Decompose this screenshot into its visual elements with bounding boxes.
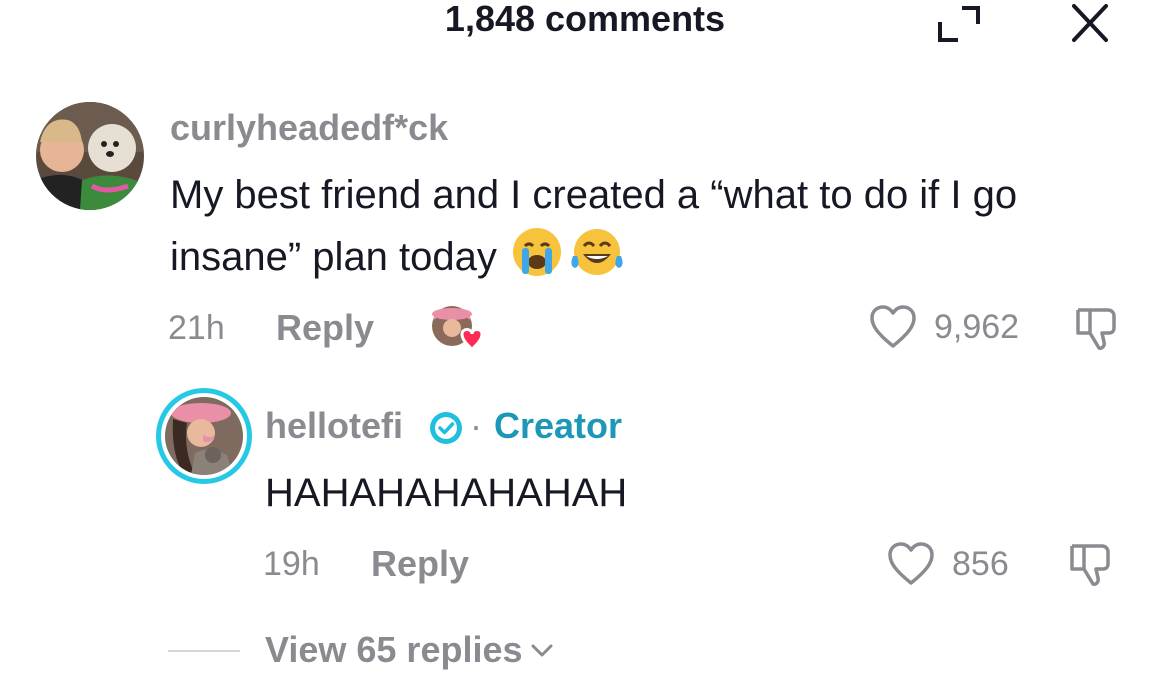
creator-label: Creator xyxy=(494,405,623,446)
expand-icon[interactable] xyxy=(930,2,986,46)
emoji-group xyxy=(511,226,625,278)
chevron-down-icon xyxy=(531,644,553,657)
view-replies-button[interactable]: View 65 replies xyxy=(265,628,555,672)
comment-text: My best friend and I created a “what to … xyxy=(170,164,1150,288)
close-icon[interactable] xyxy=(1064,0,1116,46)
reply-text: HAHAHAHAHAHAH xyxy=(265,471,628,515)
heart-outline-icon[interactable] xyxy=(886,541,936,587)
comments-count-title: 1,848 comments xyxy=(444,0,726,39)
heart-outline-icon[interactable] xyxy=(868,304,918,350)
comment-time: 21h xyxy=(168,309,225,347)
avatar[interactable] xyxy=(36,102,144,210)
thumbs-down-icon[interactable] xyxy=(1066,538,1116,588)
view-replies-label: View 65 replies xyxy=(265,629,523,670)
thumbs-down-icon[interactable] xyxy=(1072,302,1122,352)
reply-button[interactable]: Reply xyxy=(276,308,374,348)
tears-of-joy-emoji xyxy=(571,229,623,275)
creator-liked-badge xyxy=(432,306,484,351)
creator-username[interactable]: hellotefi xyxy=(265,406,403,446)
separator-dot: · xyxy=(470,405,482,446)
crying-face-emoji xyxy=(512,228,561,276)
replies-divider xyxy=(168,650,240,652)
like-count: 856 xyxy=(952,545,1009,583)
comment-username[interactable]: curlyheadedf*ck xyxy=(170,108,448,148)
reply-button[interactable]: Reply xyxy=(371,544,469,584)
like-count: 9,962 xyxy=(934,308,1020,346)
reply-time: 19h xyxy=(263,545,320,583)
creator-avatar-ring[interactable] xyxy=(156,388,252,484)
avatar[interactable] xyxy=(165,397,243,475)
verified-badge-icon xyxy=(430,412,462,444)
